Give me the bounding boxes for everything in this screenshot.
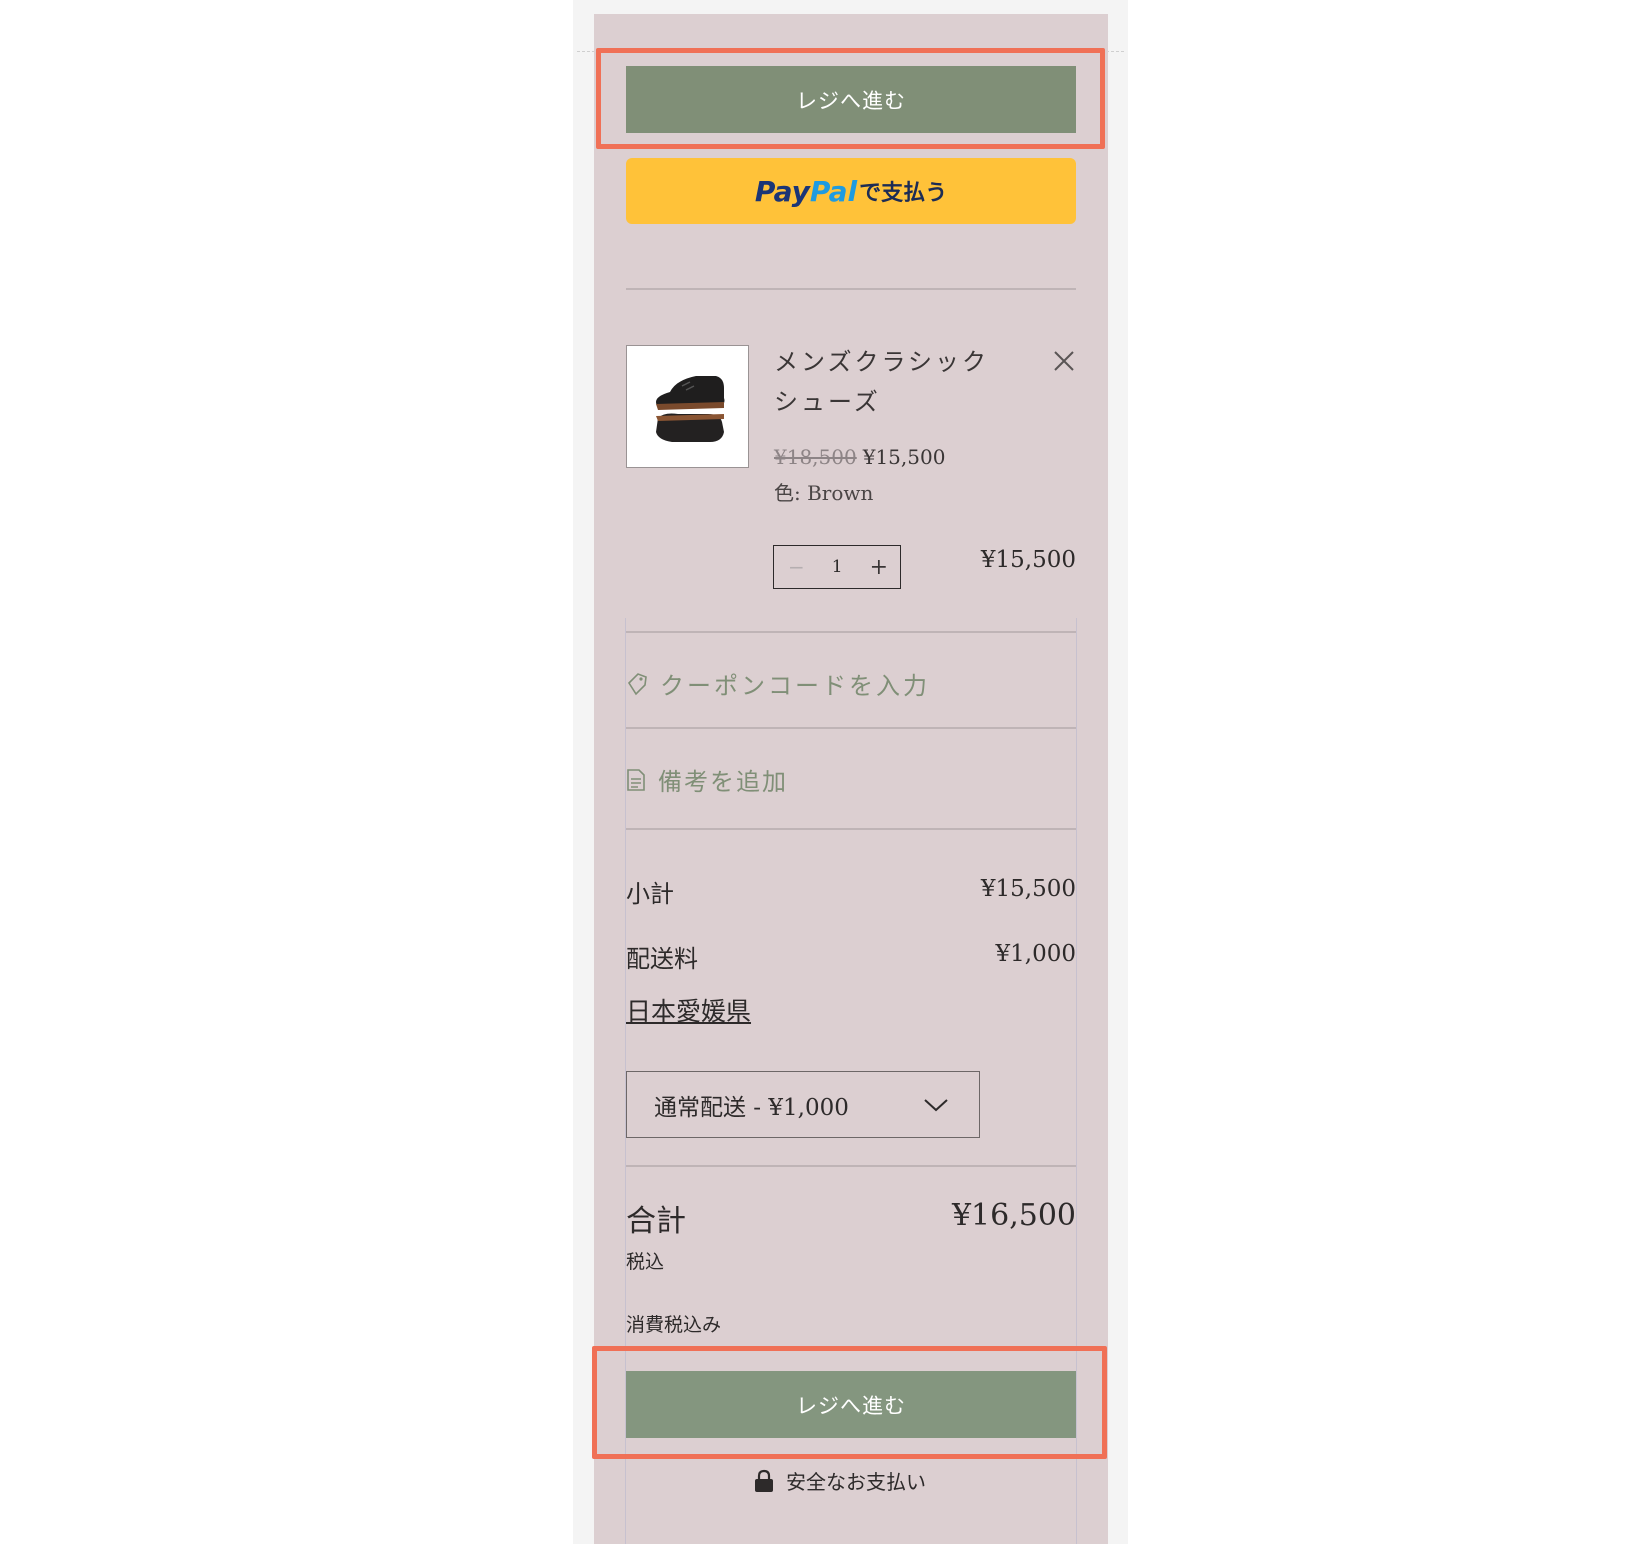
product-image[interactable]: [626, 345, 749, 468]
add-note-label: 備考を追加: [658, 768, 788, 796]
shipping-value: ¥1,000: [995, 941, 1076, 967]
lock-icon: [755, 1469, 773, 1492]
subtotal-label: 小計: [626, 880, 674, 908]
shipping-method-select[interactable]: 通常配送 - ¥1,000: [626, 1071, 980, 1138]
subtotal-value: ¥15,500: [980, 876, 1076, 902]
tax-note: 消費税込み: [626, 1314, 722, 1336]
highlight-box-top: [596, 48, 1105, 149]
shoes-image-icon: [655, 375, 724, 442]
paypal-button-label: で支払う: [859, 181, 948, 206]
decrease-quantity-button[interactable]: −: [788, 555, 805, 579]
divider: [626, 828, 1076, 830]
product-option: 色: Brown: [774, 481, 874, 505]
tag-icon: [627, 672, 647, 695]
coupon-code-toggle[interactable]: クーポンコードを入力: [626, 666, 930, 701]
shipping-region-link[interactable]: 日本愛媛県: [626, 992, 751, 1028]
product-name[interactable]: メンズクラシックシューズ: [774, 342, 1004, 422]
divider: [626, 631, 1076, 633]
shipping-method-value: 通常配送 - ¥1,000: [654, 1094, 849, 1121]
sale-price: ¥15,500: [862, 445, 946, 469]
divider: [626, 727, 1076, 729]
paypal-logo-pal: Pal: [809, 174, 858, 208]
increase-quantity-button[interactable]: +: [870, 555, 888, 580]
price-line: ¥18,500 ¥15,500: [774, 445, 945, 469]
remove-item-button[interactable]: [1052, 349, 1076, 373]
shipping-label: 配送料: [626, 945, 698, 973]
highlight-box-bottom: [592, 1346, 1107, 1459]
quantity-stepper[interactable]: − 1 +: [773, 545, 901, 589]
secure-payment-notice: 安全なお支払い: [754, 1466, 926, 1495]
add-note-toggle[interactable]: 備考を追加: [626, 762, 788, 797]
total-label: 合計: [626, 1204, 686, 1239]
quantity-value[interactable]: 1: [832, 557, 843, 577]
line-total: ¥15,500: [980, 547, 1076, 573]
secure-payment-label: 安全なお支払い: [786, 1470, 926, 1494]
total-value: ¥16,500: [951, 1198, 1076, 1233]
cart-page: レジへ進む Pay Pal で支払う メンズクラシックシューズ ¥18,500 ¥15…: [0, 0, 1644, 1544]
divider: [626, 1165, 1076, 1167]
coupon-code-label: クーポンコードを入力: [660, 672, 930, 700]
close-icon: [1054, 351, 1074, 371]
tax-included-label: 税込: [626, 1251, 665, 1273]
divider: [626, 288, 1076, 290]
paypal-button[interactable]: Pay Pal で支払う: [626, 158, 1076, 224]
chevron-down-icon: [924, 1098, 948, 1111]
original-price: ¥18,500: [774, 445, 857, 469]
note-icon: [627, 768, 645, 791]
paypal-logo-pay: Pay: [754, 174, 810, 208]
